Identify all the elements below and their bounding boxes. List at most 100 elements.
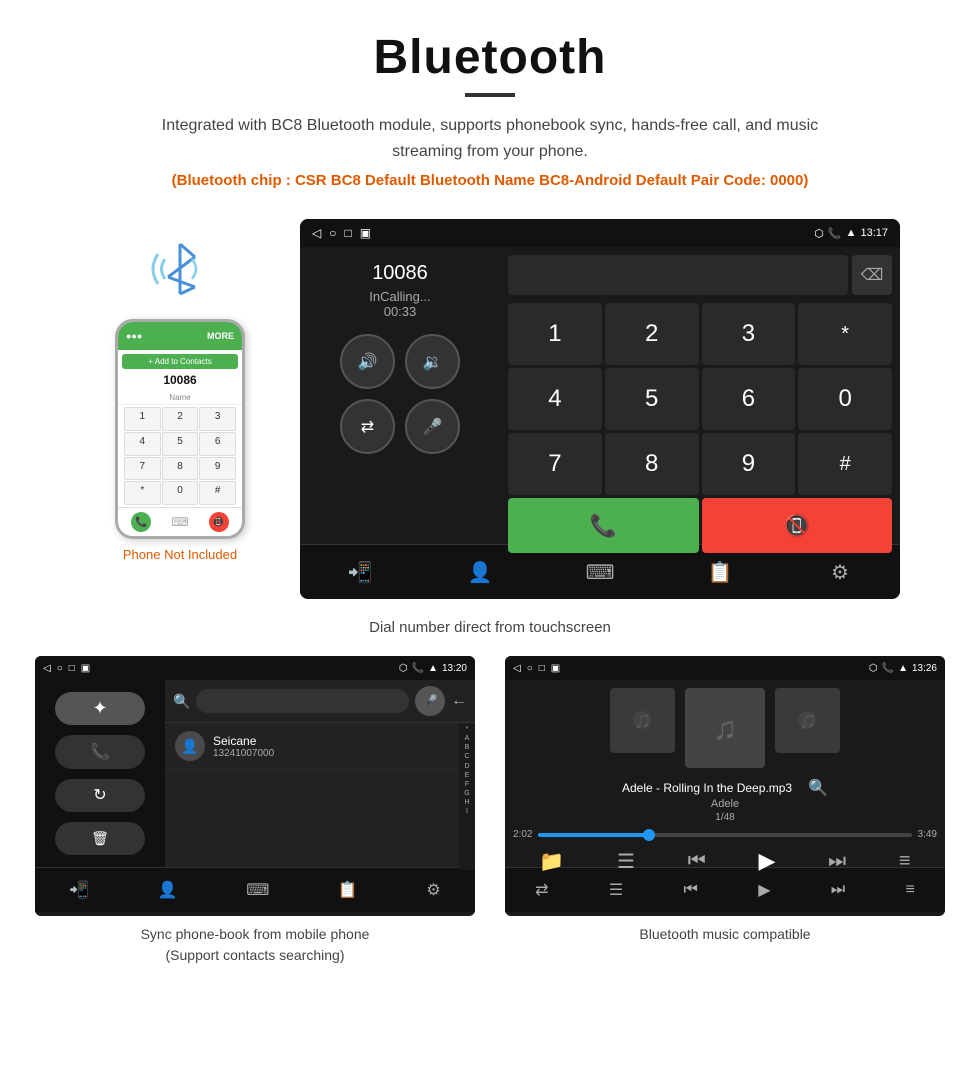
playlist-icon[interactable]: ☰	[617, 849, 635, 874]
music-progress-bar[interactable]	[538, 833, 911, 837]
play-pause-button[interactable]: ▶	[758, 848, 775, 874]
key-star[interactable]: *	[124, 481, 161, 505]
dial-backspace-button[interactable]: ⌫	[852, 255, 892, 295]
prev-track-button[interactable]: ⏮	[688, 850, 706, 873]
nav-contacts[interactable]: 👤	[460, 552, 500, 592]
nav-keypad[interactable]: ⌨	[580, 552, 620, 592]
volume-down-button[interactable]: 🔉	[405, 334, 460, 389]
sync-sidebar-btn[interactable]: ↻	[55, 779, 145, 812]
dialpad-time: 13:17	[860, 227, 888, 239]
bluetooth-sidebar-icon: ✦	[92, 698, 107, 719]
transfer-button[interactable]: ⇄	[340, 399, 395, 454]
music-progress-fill	[538, 833, 650, 837]
nav-settings[interactable]: ⚙	[820, 552, 860, 592]
numpad-panel: ⌫ 1 2 3 * 4 5 6 0 7 8 9	[500, 247, 900, 544]
phone-number-display: 10086	[118, 369, 242, 391]
bt-button[interactable]: ✦	[55, 692, 145, 725]
key-0[interactable]: 0	[162, 481, 199, 505]
folder-icon[interactable]: 📁	[539, 849, 564, 874]
pb-nav-contacts[interactable]: 👤	[158, 880, 178, 900]
music-nav-play[interactable]: ▶	[758, 880, 770, 900]
album-right: ♫	[775, 688, 840, 768]
alpha-i: I	[466, 807, 468, 816]
music-status-bar: ◁ ○ □ ▣ ⬡ 📞 ▲ 13:26	[505, 656, 945, 680]
music-signal: ⬡	[869, 663, 878, 674]
num-3[interactable]: 3	[702, 303, 796, 365]
nav-phone-log[interactable]: 📋	[700, 552, 740, 592]
music-caption: Bluetooth music compatible	[639, 924, 810, 945]
alpha-c: C	[464, 752, 469, 761]
num-6[interactable]: 6	[702, 368, 796, 430]
phone-sidebar-icon: 📞	[90, 742, 110, 762]
music-controls: 📁 ☰ ⏮ ▶ ⏭ ≡	[513, 848, 937, 874]
pb-phone: 📞	[412, 663, 424, 674]
pb-nav-calls[interactable]: 📲	[69, 880, 89, 900]
contact-person-icon: 👤	[181, 738, 198, 755]
equalizer-icon[interactable]: ≡	[899, 850, 911, 873]
call-end-button[interactable]: 📵	[702, 498, 893, 553]
next-track-button[interactable]: ⏭	[828, 850, 846, 873]
status-right: ⬡ 📞 ▲ 13:17	[814, 227, 888, 240]
phonebook-search-field[interactable]	[196, 689, 409, 713]
phone-call-button[interactable]: 📞	[131, 512, 151, 532]
phonebook-mic-button[interactable]: 🎤	[415, 686, 445, 716]
music-note-icon-left: ♫	[634, 707, 652, 735]
delete-sidebar-btn[interactable]: 🗑	[55, 822, 145, 855]
pb-time: 13:20	[442, 663, 467, 674]
music-nav-shuffle[interactable]: ⇄	[535, 880, 548, 900]
num-star[interactable]: *	[798, 303, 892, 365]
music-time-total: 3:49	[918, 829, 937, 840]
key-9[interactable]: 9	[199, 457, 236, 481]
num-7[interactable]: 7	[508, 433, 602, 495]
phone-add-contact: + Add to Contacts	[122, 354, 238, 369]
pb-nav-keypad[interactable]: ⌨	[246, 880, 269, 900]
contact-row-seicane[interactable]: 👤 Seicane 13241007000	[165, 723, 459, 770]
status-left: ◁ ○ □ ▣	[312, 226, 371, 240]
num-5[interactable]: 5	[605, 368, 699, 430]
nav-call-transfer[interactable]: 📲	[340, 552, 380, 592]
pb-screen-icon: ▣	[81, 663, 90, 674]
wifi-signal-icon: ▲	[846, 227, 857, 239]
phonebook-layout: ✦ 📞 ↻ 🗑	[35, 680, 475, 867]
num-9[interactable]: 9	[702, 433, 796, 495]
key-hash[interactable]: #	[199, 481, 236, 505]
track-artist: Adele	[711, 798, 739, 810]
key-4[interactable]: 4	[124, 432, 161, 456]
music-nav-list[interactable]: ☰	[609, 880, 623, 900]
num-hash[interactable]: #	[798, 433, 892, 495]
transfer-icon: ⇄	[361, 417, 374, 437]
track-count: 1/48	[715, 812, 734, 823]
key-2[interactable]: 2	[162, 407, 199, 431]
dial-input-field[interactable]	[508, 255, 848, 295]
music-nav-prev[interactable]: ⏮	[683, 881, 697, 899]
num-1[interactable]: 1	[508, 303, 602, 365]
num-4[interactable]: 4	[508, 368, 602, 430]
mic-button[interactable]: 🎤	[405, 399, 460, 454]
key-8[interactable]: 8	[162, 457, 199, 481]
call-answer-button[interactable]: 📞	[508, 498, 699, 553]
key-6[interactable]: 6	[199, 432, 236, 456]
music-nav-eq[interactable]: ≡	[906, 881, 915, 899]
music-nav-next[interactable]: ⏭	[831, 881, 845, 899]
volume-up-button[interactable]: 🔊	[340, 334, 395, 389]
bluetooth-icon-container	[140, 229, 220, 314]
num-2[interactable]: 2	[605, 303, 699, 365]
phonebook-sidebar: ✦ 📞 ↻ 🗑	[35, 680, 165, 867]
key-1[interactable]: 1	[124, 407, 161, 431]
call-timer-display: 00:33	[384, 304, 417, 319]
call-end-icon: 📵	[783, 513, 810, 539]
music-status-right: ⬡ 📞 ▲ 13:26	[869, 663, 937, 674]
phone-call-sidebar-btn[interactable]: 📞	[55, 735, 145, 768]
phonebook-back-icon[interactable]: ←	[451, 692, 467, 710]
pb-nav-settings[interactable]: ⚙	[426, 880, 440, 900]
key-5[interactable]: 5	[162, 432, 199, 456]
key-7[interactable]: 7	[124, 457, 161, 481]
key-3[interactable]: 3	[199, 407, 236, 431]
call-buttons-row: 📞 📵	[508, 498, 892, 553]
music-search-icon[interactable]: 🔍	[808, 778, 828, 798]
title-underline	[465, 93, 515, 97]
pb-nav-log[interactable]: 📋	[338, 880, 358, 900]
num-8[interactable]: 8	[605, 433, 699, 495]
num-0[interactable]: 0	[798, 368, 892, 430]
phone-end-button[interactable]: 📵	[209, 512, 229, 532]
